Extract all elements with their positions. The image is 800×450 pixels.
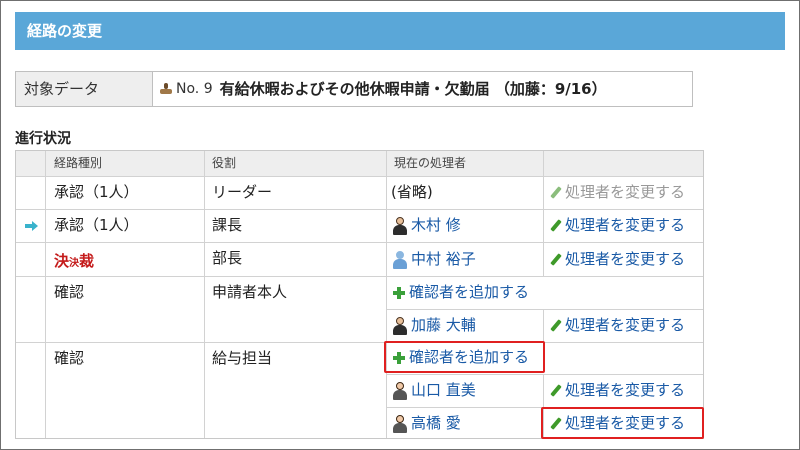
progress-section-title: 進行状況	[15, 131, 71, 147]
target-data-row: 対象データ No. 9 有給休暇およびその他休暇申請・欠勤届 （加藤：9/16）	[15, 71, 693, 107]
target-number: No. 9	[176, 81, 213, 97]
table-header-row	[16, 151, 703, 176]
route-type: 確認	[54, 349, 85, 367]
route-role: リーダー	[212, 183, 273, 201]
change-handler-button[interactable]: 処理者を変更する	[549, 243, 685, 276]
progress-table: 経路種別 役割 現在の処理者 承認（1人） リーダー (省略) 処理者を変更する…	[15, 150, 704, 439]
target-data-value: No. 9 有給休暇およびその他休暇申請・欠勤届 （加藤：9/16）	[153, 72, 692, 106]
pencil-icon	[549, 186, 563, 200]
column-header-route-type: 経路種別	[54, 156, 103, 170]
user-avatar-icon	[392, 381, 408, 400]
stamp-icon	[159, 82, 173, 96]
plus-icon	[392, 286, 405, 299]
user-avatar-icon	[392, 216, 408, 235]
pencil-icon	[549, 253, 563, 267]
highlight-add-confirmer	[384, 341, 545, 373]
highlight-change-handler	[541, 407, 704, 439]
change-handler-button-disabled: 処理者を変更する	[549, 176, 685, 209]
handler-link[interactable]: 木村 修	[392, 209, 461, 242]
user-avatar-icon	[392, 316, 408, 335]
page-title: 経路の変更	[15, 12, 785, 50]
handler-omitted: (省略)	[391, 183, 433, 201]
target-subject: 有給休暇およびその他休暇申請・欠勤届 （加藤：9/16）	[219, 80, 607, 98]
current-step-arrow-icon	[25, 221, 39, 231]
handler-link[interactable]: 高橋 愛	[392, 407, 461, 440]
route-role: 給与担当	[212, 349, 273, 367]
route-role: 申請者本人	[212, 283, 288, 301]
change-handler-button[interactable]: 処理者を変更する	[549, 209, 685, 242]
handler-link[interactable]: 中村 裕子	[392, 243, 476, 276]
change-handler-button[interactable]: 処理者を変更する	[549, 309, 685, 342]
route-type: 承認（1人）	[54, 216, 139, 234]
user-avatar-icon	[392, 414, 408, 433]
change-handler-button[interactable]: 処理者を変更する	[549, 374, 685, 407]
route-type: 確認	[54, 283, 85, 301]
route-role: 部長	[212, 249, 243, 267]
pencil-icon	[549, 219, 563, 233]
pencil-icon	[549, 384, 563, 398]
route-type: 承認（1人）	[54, 183, 139, 201]
target-data-label: 対象データ	[16, 72, 153, 106]
handler-link[interactable]: 山口 直美	[392, 374, 476, 407]
add-confirmer-button[interactable]: 確認者を追加する	[392, 276, 529, 309]
user-avatar-icon	[392, 250, 408, 269]
route-role: 課長	[212, 216, 243, 234]
ketsusai-stamp: 決決裁	[54, 252, 95, 270]
handler-link[interactable]: 加藤 大輔	[392, 309, 476, 342]
column-header-current-handler: 現在の処理者	[394, 156, 467, 170]
pencil-icon	[549, 319, 563, 333]
column-header-role: 役割	[212, 156, 237, 170]
